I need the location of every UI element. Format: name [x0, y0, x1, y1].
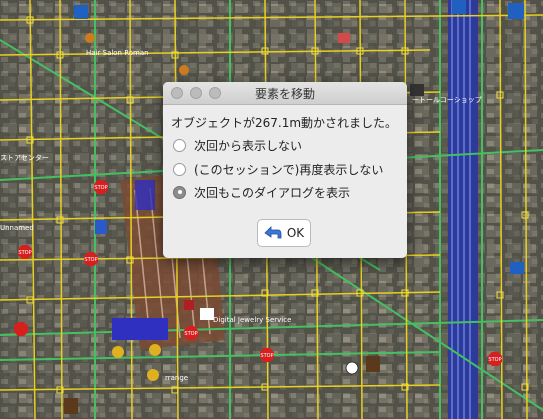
- poi-label-store: ートールコーショップ: [412, 96, 482, 104]
- dialog-titlebar[interactable]: 要素を移動: [163, 82, 407, 105]
- poi-label-arrange: rrange: [165, 374, 188, 382]
- option-label: (このセッションで)再度表示しない: [194, 162, 384, 177]
- option-dont-show-this-session[interactable]: (このセッションで)再度表示しない: [173, 160, 383, 178]
- svg-text:STOP: STOP: [94, 185, 107, 191]
- svg-text:STOP: STOP: [260, 353, 273, 359]
- dialog-message: オブジェクトが267.1m動かされました。: [171, 116, 398, 130]
- svg-text:STOP: STOP: [84, 257, 97, 263]
- option-dont-show-again[interactable]: 次回から表示しない: [173, 136, 302, 154]
- poi-label-hair-salon: Hair Salon Roman: [86, 49, 149, 57]
- option-label: 次回もこのダイアログを表示: [194, 185, 351, 200]
- svg-text:STOP: STOP: [184, 331, 197, 337]
- move-elements-dialog: 要素を移動 オブジェクトが267.1m動かされました。 次回から表示しない (こ…: [163, 82, 407, 258]
- radio-button[interactable]: [173, 162, 186, 176]
- radio-button-selected[interactable]: [173, 185, 186, 199]
- radio-button[interactable]: [173, 138, 186, 152]
- poi-label-store-center: ストアセンター: [0, 153, 49, 162]
- poi-label-jewelry: Digital Jewelry Service: [213, 316, 291, 324]
- option-show-next-time[interactable]: 次回もこのダイアログを表示: [173, 183, 350, 201]
- option-label: 次回から表示しない: [194, 138, 303, 153]
- ok-button[interactable]: OK: [257, 219, 311, 247]
- dialog-title: 要素を移動: [254, 87, 315, 101]
- poi-label-unnamed: Unnamed: [0, 224, 34, 232]
- ok-label: OK: [286, 226, 305, 240]
- back-arrow-icon: [264, 226, 282, 239]
- svg-text:STOP: STOP: [18, 250, 31, 256]
- svg-text:STOP: STOP: [488, 357, 501, 363]
